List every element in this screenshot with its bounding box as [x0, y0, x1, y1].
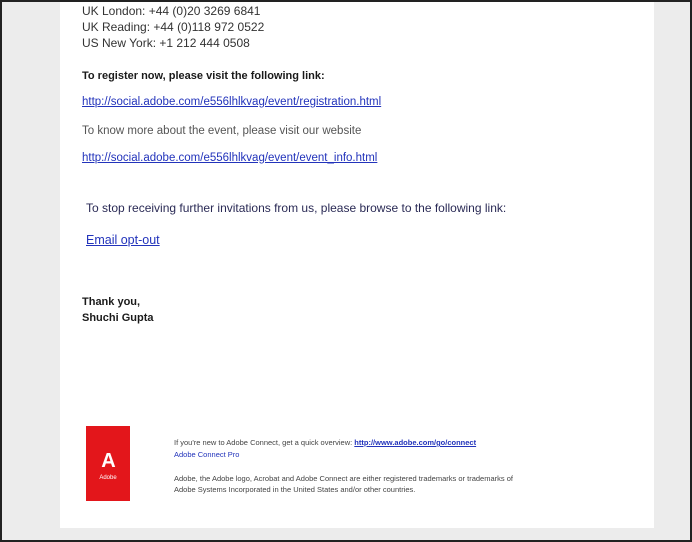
signature-closing: Thank you,: [82, 296, 141, 308]
footer-legal-line1: Adobe, the Adobe logo, Acrobat and Adobe…: [174, 474, 513, 483]
adobe-logo-mark: A: [101, 450, 115, 472]
phone-uk-reading: UK Reading: +44 (0)118 972 0522: [82, 20, 265, 34]
footer-legal-line2: Adobe Systems Incorporated in the United…: [174, 485, 416, 494]
signature-name: Shuchi Gupta: [82, 312, 154, 324]
register-heading: To register now, please visit the follow…: [82, 70, 325, 82]
unsubscribe-text: To stop receiving further invitations fr…: [86, 201, 507, 215]
footer-overview-link[interactable]: http://www.adobe.com/go/connect: [354, 438, 476, 447]
phone-uk-london: UK London: +44 (0)20 3269 6841: [82, 4, 261, 18]
email-opt-out-link[interactable]: Email opt-out: [86, 233, 160, 247]
footer-overview-text: If you're new to Adobe Connect, get a qu…: [174, 438, 353, 447]
footer-overview-line: If you're new to Adobe Connect, get a qu…: [174, 438, 476, 447]
adobe-logo: A Adobe: [86, 426, 130, 501]
event-info-link[interactable]: http://social.adobe.com/e556lhlkvag/even…: [82, 152, 377, 164]
email-body: UK London: +44 (0)20 3269 6841 UK Readin…: [60, 2, 654, 528]
footer-product-line: Adobe Connect Pro: [174, 450, 240, 459]
phone-us-newyork: US New York: +1 212 444 0508: [82, 36, 250, 50]
more-info-text: To know more about the event, please vis…: [82, 125, 362, 137]
window-frame: UK London: +44 (0)20 3269 6841 UK Readin…: [0, 0, 692, 542]
adobe-logo-word: Adobe: [99, 475, 117, 481]
registration-link[interactable]: http://social.adobe.com/e556lhlkvag/even…: [82, 96, 381, 108]
